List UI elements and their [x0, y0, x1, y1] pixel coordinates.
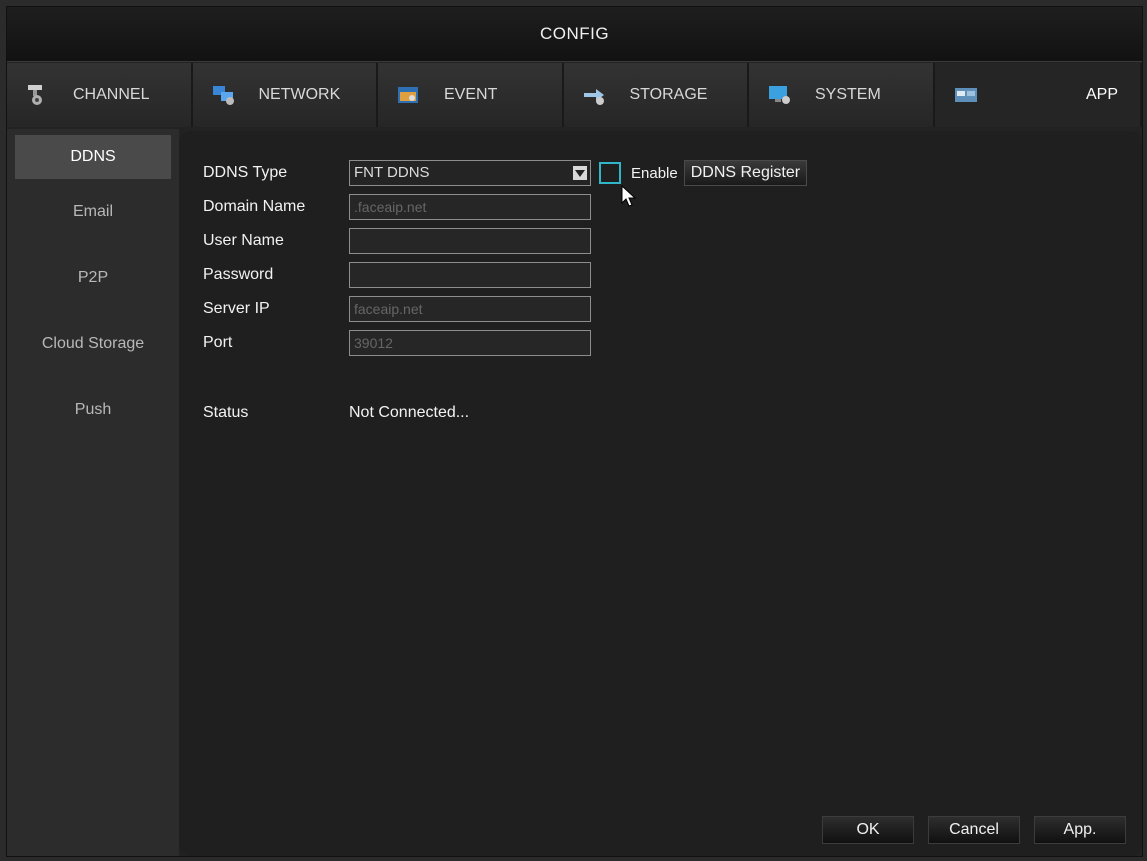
ddns-type-value: FNT DDNS: [354, 164, 430, 181]
tab-label: APP: [1085, 86, 1118, 103]
server-ip-field[interactable]: faceaip.net: [349, 296, 591, 322]
network-icon: [212, 86, 234, 105]
status-label: Status: [203, 404, 249, 421]
window-title: CONFIG: [7, 7, 1142, 62]
tab-network[interactable]: NETWORK: [192, 63, 378, 127]
sidebar-item-push[interactable]: Push: [7, 377, 179, 443]
tab-system[interactable]: SYSTEM: [749, 63, 935, 127]
enable-checkbox[interactable]: [599, 162, 621, 184]
tab-label: EVENT: [444, 86, 498, 103]
sidebar: DDNS Email P2P Cloud Storage Push: [7, 129, 179, 856]
user-name-label: User Name: [203, 232, 284, 249]
password-row: Password: [203, 261, 591, 289]
ddns-settings-panel: DDNS Type FNT DDNS Enable DDNS Register …: [179, 131, 1142, 856]
sidebar-item-cloud-storage[interactable]: Cloud Storage: [7, 311, 179, 377]
enable-label: Enable: [631, 164, 678, 182]
server-ip-label: Server IP: [203, 300, 270, 317]
domain-name-row: Domain Name .faceaip.net: [203, 193, 591, 221]
server-ip-row: Server IP faceaip.net: [203, 295, 591, 323]
system-icon: [769, 86, 790, 104]
config-window: CONFIG CHANNEL NETWORK EVENT STORAGE SYS…: [6, 6, 1143, 857]
tab-label: STORAGE: [629, 86, 708, 103]
apply-button[interactable]: App.: [1034, 816, 1126, 844]
port-row: Port 39012: [203, 329, 591, 357]
user-name-field[interactable]: [349, 228, 591, 254]
password-field[interactable]: [349, 262, 591, 288]
tab-label: NETWORK: [258, 86, 341, 103]
tab-channel[interactable]: CHANNEL: [7, 63, 193, 127]
port-label: Port: [203, 334, 233, 351]
app-icon: [954, 88, 977, 102]
password-label: Password: [203, 266, 274, 283]
dropdown-arrow-icon[interactable]: [573, 166, 587, 180]
ok-button[interactable]: OK: [822, 816, 914, 844]
sidebar-item-p2p[interactable]: P2P: [7, 245, 179, 311]
cancel-button[interactable]: Cancel: [928, 816, 1020, 844]
domain-name-field[interactable]: .faceaip.net: [349, 194, 591, 220]
domain-name-label: Domain Name: [203, 198, 306, 215]
sidebar-item-ddns[interactable]: DDNS: [15, 135, 171, 179]
ddns-register-button[interactable]: DDNS Register: [683, 160, 808, 186]
ddns-type-row: DDNS Type FNT DDNS Enable DDNS Register: [203, 159, 808, 187]
tab-label: SYSTEM: [815, 86, 881, 103]
tab-event[interactable]: EVENT: [378, 63, 564, 127]
camera-icon: [28, 85, 42, 105]
status-value: Not Connected...: [349, 404, 470, 421]
tab-label: CHANNEL: [73, 86, 150, 103]
tab-storage[interactable]: STORAGE: [563, 63, 749, 127]
dialog-buttons: OK Cancel App.: [822, 816, 1126, 844]
sidebar-item-email[interactable]: Email: [7, 179, 179, 245]
status-row: Status Not Connected...: [203, 399, 469, 427]
mouse-pointer-icon: [621, 185, 637, 207]
ddns-type-select[interactable]: FNT DDNS: [349, 160, 591, 186]
storage-icon: [583, 89, 604, 105]
top-tab-bar: CHANNEL NETWORK EVENT STORAGE SYSTEM APP: [7, 63, 1142, 127]
ddns-type-label: DDNS Type: [203, 164, 288, 181]
user-name-row: User Name: [203, 227, 591, 255]
tab-app[interactable]: APP: [934, 63, 1142, 127]
event-icon: [398, 87, 418, 103]
port-field[interactable]: 39012: [349, 330, 591, 356]
